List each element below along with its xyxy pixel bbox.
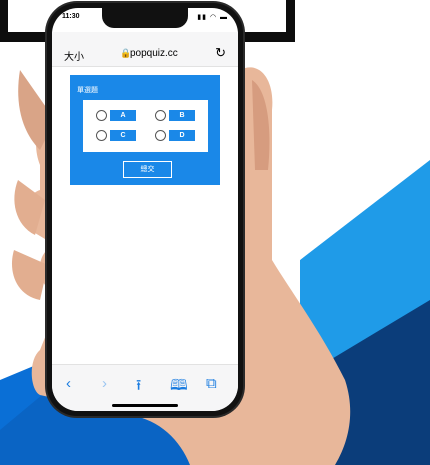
status-time: 11:30 <box>62 13 80 20</box>
option-d-label: D <box>169 130 195 141</box>
forward-icon[interactable]: › <box>102 375 107 392</box>
option-b-label: B <box>169 110 195 121</box>
bookmarks-icon[interactable]: 🕮 <box>170 375 188 400</box>
quiz-title: 單選題 <box>77 87 98 94</box>
radio-d[interactable] <box>155 130 166 141</box>
phone-frame: 11:30 ▮▮ ◠ ▬ 大小 🔒 popquiz.cc ↻ 單選題 A B C… <box>47 3 243 416</box>
url-text[interactable]: popquiz.cc <box>130 48 178 59</box>
submit-button[interactable]: 總交 <box>123 161 172 178</box>
phone-notch <box>102 8 188 28</box>
status-icons: ▮▮ ◠ ▬ <box>197 14 228 21</box>
text-size-button[interactable]: 大小 <box>64 48 84 63</box>
radio-b[interactable] <box>155 110 166 121</box>
quiz-options: A B C D <box>83 100 208 152</box>
radio-a[interactable] <box>96 110 107 121</box>
option-c-label: C <box>110 130 136 141</box>
home-indicator <box>112 404 178 407</box>
tabs-icon[interactable]: ⧉ <box>206 375 217 392</box>
browser-address-bar[interactable]: 大小 🔒 popquiz.cc ↻ <box>52 32 238 67</box>
reload-icon[interactable]: ↻ <box>215 45 226 61</box>
phone-screen: 11:30 ▮▮ ◠ ▬ 大小 🔒 popquiz.cc ↻ 單選題 A B C… <box>52 8 238 411</box>
radio-c[interactable] <box>96 130 107 141</box>
share-icon[interactable]: ⭱ <box>136 375 141 400</box>
option-a-label: A <box>110 110 136 121</box>
back-icon[interactable]: ‹ <box>66 375 71 392</box>
quiz-panel: 單選題 A B C D 總交 <box>70 75 220 185</box>
browser-toolbar: ‹ › ⭱ 🕮 ⧉ <box>52 364 238 411</box>
